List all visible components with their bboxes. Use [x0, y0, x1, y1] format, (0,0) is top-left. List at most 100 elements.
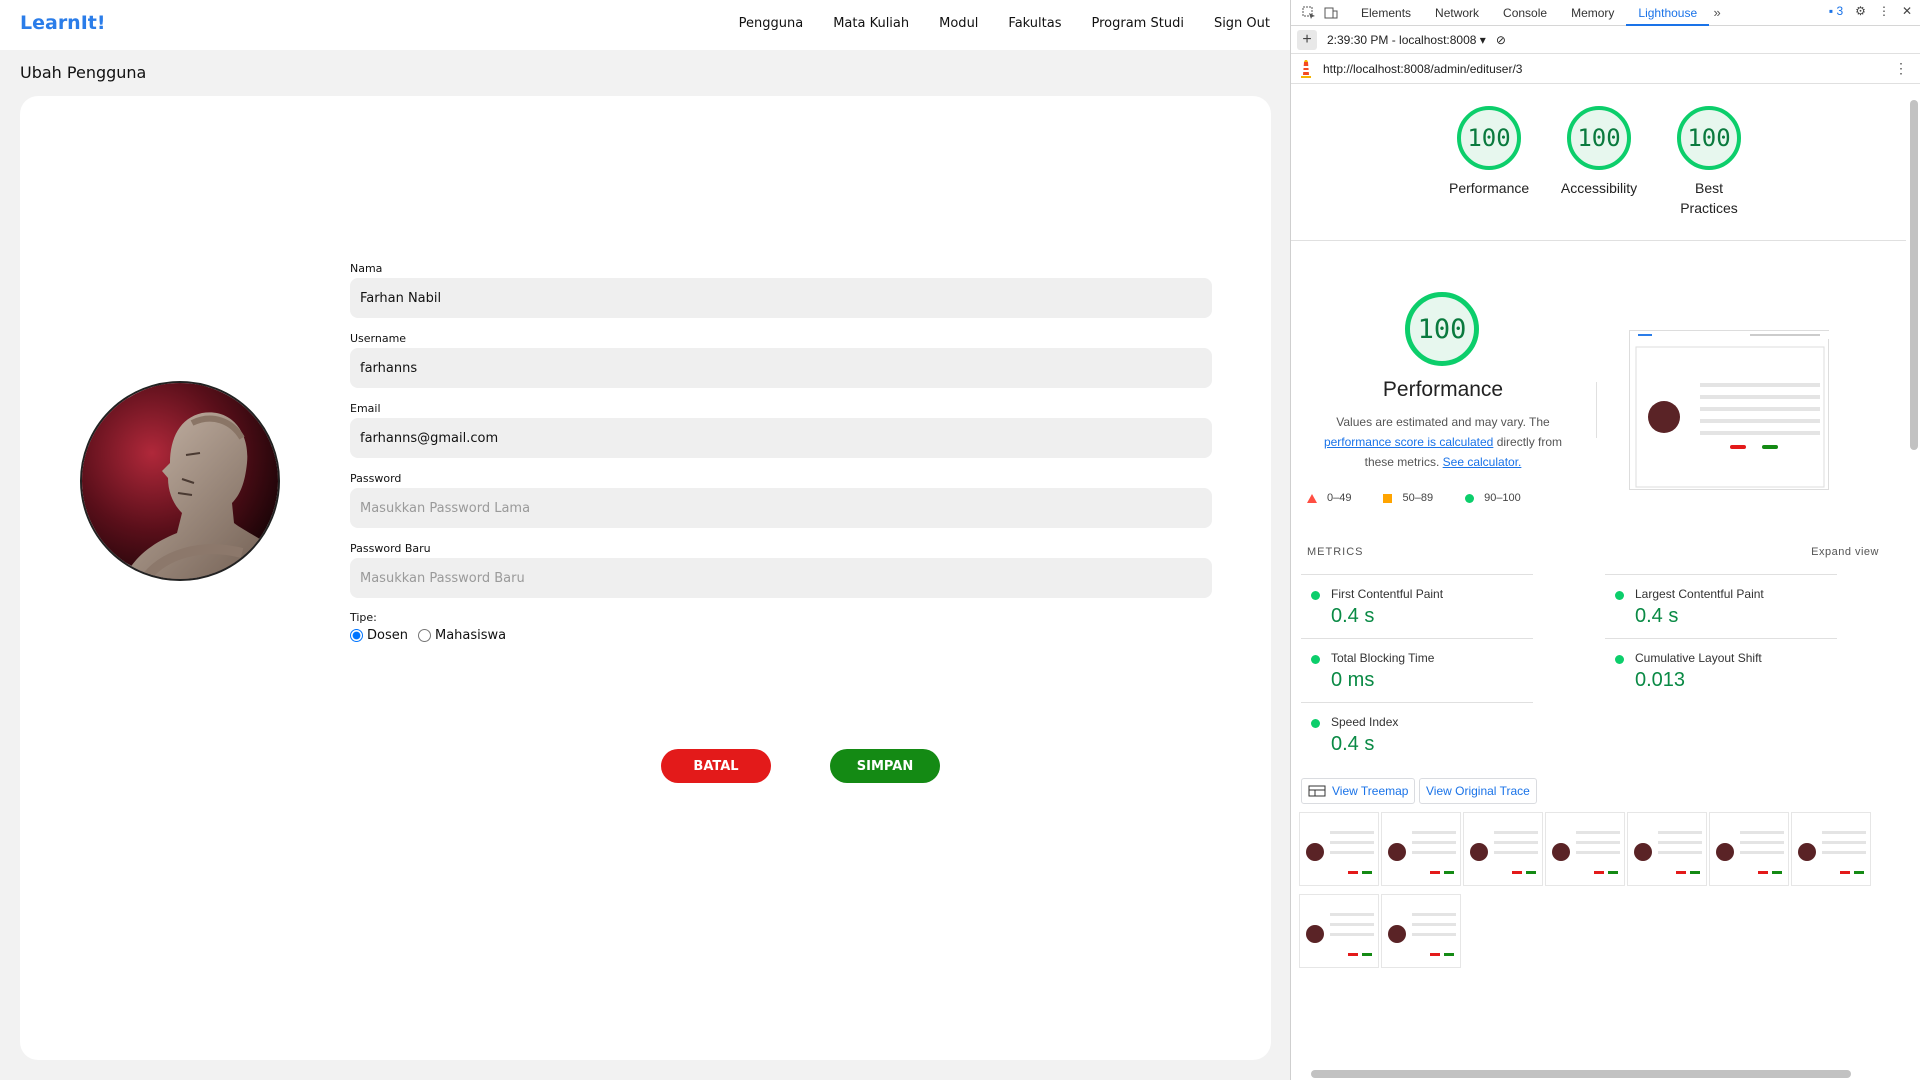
filmstrip-frame — [1299, 894, 1379, 968]
frame-line — [1412, 933, 1456, 936]
pass-circle-icon — [1615, 591, 1624, 600]
frame-line — [1412, 831, 1456, 834]
frame-line — [1494, 831, 1538, 834]
legend-fail: 0–49 — [1307, 492, 1351, 504]
frame-green-button — [1362, 871, 1372, 874]
frame-line — [1576, 841, 1620, 844]
perf-score-calculated-link[interactable]: performance score is calculated — [1324, 435, 1493, 449]
email-input[interactable] — [350, 418, 1212, 458]
edit-user-form: Nama Username Email Password Password Ba… — [350, 262, 1212, 643]
score-gauges: 100 Performance 100 Accessibility 100 Be… — [1449, 106, 1749, 218]
inspect-element-icon[interactable] — [1301, 5, 1317, 21]
gauge-performance[interactable]: 100 Performance — [1449, 106, 1529, 218]
frame-line — [1658, 851, 1702, 854]
nama-input[interactable] — [350, 278, 1212, 318]
pass-circle-icon — [1311, 719, 1320, 728]
password-label: Password — [350, 472, 402, 485]
frame-line — [1576, 831, 1620, 834]
report-selector[interactable]: 2:39:30 PM - localhost:8008 ▾ — [1327, 33, 1486, 47]
nav-modul[interactable]: Modul — [939, 16, 978, 31]
tab-lighthouse[interactable]: Lighthouse — [1626, 0, 1710, 26]
frame-red-button — [1348, 953, 1358, 956]
report-menu-icon[interactable]: ⋮ — [1894, 60, 1908, 77]
username-label: Username — [350, 332, 407, 345]
radio-dosen[interactable] — [350, 629, 363, 642]
settings-gear-icon[interactable]: ⚙ — [1855, 4, 1866, 18]
clear-reports-icon[interactable]: ⊘ — [1496, 33, 1506, 47]
filmstrip-frame — [1381, 812, 1461, 886]
radio-mahasiswa[interactable] — [417, 629, 431, 642]
view-treemap-button[interactable]: View Treemap — [1301, 778, 1416, 804]
username-input[interactable] — [350, 348, 1212, 388]
frame-line — [1576, 851, 1620, 854]
frame-line — [1412, 913, 1456, 916]
frame-avatar — [1552, 843, 1570, 861]
tab-console[interactable]: Console — [1491, 0, 1559, 26]
vertical-separator — [1596, 382, 1597, 438]
password-baru-input[interactable] — [350, 558, 1212, 598]
frame-avatar — [1388, 925, 1406, 943]
new-report-plus-icon[interactable]: + — [1297, 29, 1317, 50]
vertical-scrollbar[interactable] — [1910, 100, 1918, 450]
metric-tbt-name: Total Blocking Time — [1331, 651, 1435, 665]
radio-dosen-option[interactable]: Dosen — [350, 628, 408, 643]
frame-green-button — [1444, 953, 1454, 956]
nav-sign-out[interactable]: Sign Out — [1214, 16, 1270, 31]
view-original-trace-label: View Original Trace — [1426, 784, 1530, 798]
issues-count: 3 — [1836, 4, 1844, 18]
password-input[interactable] — [350, 488, 1212, 528]
treemap-icon — [1308, 785, 1326, 797]
gauge-performance-score: 100 — [1457, 106, 1521, 170]
pass-circle-icon — [1311, 655, 1320, 664]
metric-fcp-value: 0.4 s — [1331, 605, 1375, 627]
frame-avatar — [1388, 843, 1406, 861]
simpan-button[interactable]: SIMPAN — [830, 749, 940, 783]
gauge-performance-label: Performance — [1449, 180, 1530, 196]
app-logo[interactable]: LearnIt! — [20, 12, 106, 34]
app-window: LearnIt! Pengguna Mata Kuliah Modul Faku… — [0, 0, 1290, 1080]
devtools-right-controls: ▪ 3 ⚙ ⋮ ✕ — [1829, 4, 1912, 18]
frame-avatar — [1306, 925, 1324, 943]
legend-average-label: 50–89 — [1402, 492, 1434, 504]
gauge-best-practices[interactable]: 100 Best Practices — [1669, 106, 1749, 218]
radio-mahasiswa-option[interactable]: Mahasiswa — [417, 628, 507, 643]
frame-red-button — [1348, 871, 1358, 874]
report-time: 2:39:30 PM - localhost:8008 — [1327, 32, 1477, 47]
frame-green-button — [1362, 953, 1372, 956]
device-toolbar-icon[interactable] — [1323, 5, 1339, 21]
email-label: Email — [350, 402, 381, 415]
tab-network[interactable]: Network — [1423, 0, 1491, 26]
frame-red-button — [1512, 871, 1522, 874]
legend-pass-label: 90–100 — [1484, 492, 1521, 504]
nav-program-studi[interactable]: Program Studi — [1092, 16, 1184, 31]
frame-red-button — [1758, 871, 1768, 874]
more-options-icon[interactable]: ⋮ — [1878, 4, 1890, 18]
horizontal-scrollbar[interactable] — [1311, 1070, 1851, 1078]
tab-memory[interactable]: Memory — [1559, 0, 1626, 26]
nav-fakultas[interactable]: Fakultas — [1008, 16, 1061, 31]
more-tabs-icon[interactable]: » — [1709, 5, 1725, 21]
close-devtools-icon[interactable]: ✕ — [1902, 4, 1912, 18]
expand-view-toggle[interactable]: Expand view — [1811, 546, 1879, 558]
average-square-icon — [1383, 493, 1393, 503]
metric-si-value: 0.4 s — [1331, 733, 1375, 755]
radio-mahasiswa-label: Mahasiswa — [434, 628, 507, 643]
view-original-trace-button[interactable]: View Original Trace — [1419, 778, 1537, 804]
gauge-accessibility[interactable]: 100 Accessibility — [1559, 106, 1639, 218]
metrics-title: METRICS — [1307, 546, 1364, 558]
frame-green-button — [1854, 871, 1864, 874]
frame-line — [1412, 923, 1456, 926]
gauge-best-practices-label: Best Practices — [1680, 180, 1738, 216]
frame-line — [1412, 851, 1456, 854]
filmstrip-frame — [1381, 894, 1461, 968]
nav-mata-kuliah[interactable]: Mata Kuliah — [833, 16, 909, 31]
frame-green-button — [1772, 871, 1782, 874]
nav-pengguna[interactable]: Pengguna — [739, 16, 804, 31]
perf-desc-pre: Values are estimated and may vary. The — [1336, 415, 1550, 429]
tab-elements[interactable]: Elements — [1349, 0, 1423, 26]
batal-button[interactable]: BATAL — [661, 749, 771, 783]
issues-badge[interactable]: ▪ 3 — [1829, 4, 1843, 18]
frame-green-button — [1526, 871, 1536, 874]
see-calculator-link[interactable]: See calculator. — [1443, 455, 1522, 469]
final-screenshot-thumbnail[interactable] — [1629, 330, 1830, 490]
